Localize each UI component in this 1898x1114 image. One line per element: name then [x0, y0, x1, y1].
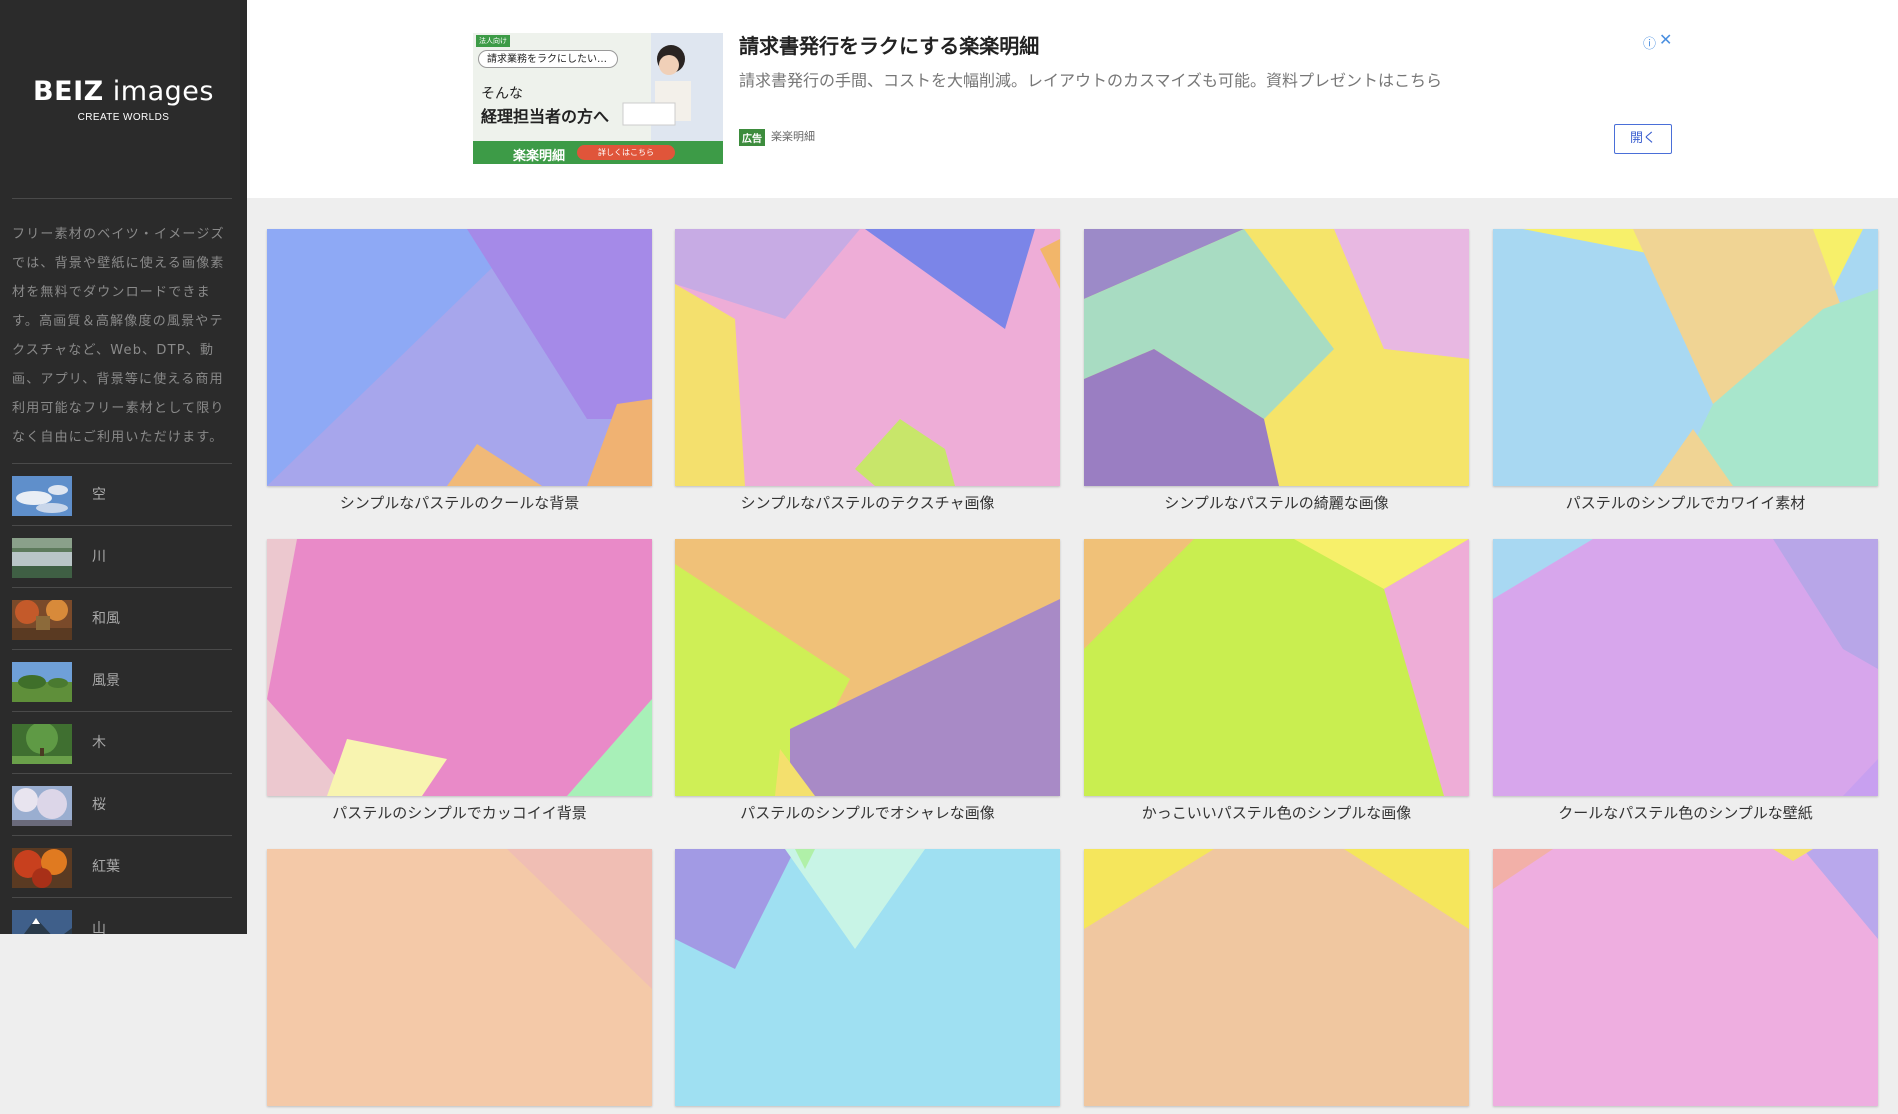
gallery-thumbnail: [1084, 849, 1469, 1106]
category-item-cherry-blossom[interactable]: 桜: [12, 773, 232, 835]
category-item-sky[interactable]: 空: [12, 463, 232, 525]
gallery-card[interactable]: [1493, 849, 1878, 1114]
ad-close-icon[interactable]: ✕: [1659, 30, 1672, 49]
ad-badge: 広告: [739, 129, 765, 146]
logo-tagline: CREATE WORLDS: [77, 112, 170, 123]
site-logo[interactable]: BEIZ images CREATE WORLDS: [0, 74, 247, 123]
gallery-card[interactable]: パステルのシンプルでカワイイ素材: [1493, 229, 1878, 512]
gallery-thumbnail: [1493, 539, 1878, 796]
category-thumbnail: [12, 538, 72, 578]
ad-line-1: そんな: [481, 86, 523, 102]
category-item-autumn-leaves[interactable]: 紅葉: [12, 835, 232, 897]
sidebar: BEIZ images CREATE WORLDS フリー素材のベイツ・イメージ…: [0, 0, 247, 934]
gallery-thumbnail: [675, 849, 1060, 1106]
ad-brand: 楽楽明細: [513, 149, 566, 164]
gallery-card[interactable]: [267, 849, 652, 1114]
gallery-caption: クールなパステル色のシンプルな壁紙: [1558, 804, 1813, 822]
category-label: 山: [92, 921, 106, 934]
logo-title: BEIZ images: [33, 76, 214, 107]
category-thumbnail: [12, 600, 72, 640]
ad-speech-bubble: 請求業務をラクにしたい…: [478, 50, 618, 68]
category-label: 風景: [92, 673, 120, 689]
category-item-mountain[interactable]: 山: [12, 897, 232, 934]
category-thumbnail: [12, 786, 72, 826]
category-thumbnail: [12, 724, 72, 764]
gallery-caption: シンプルなパステルのテクスチャ画像: [740, 494, 995, 512]
ad-cta: 詳しくはこちら: [577, 145, 675, 160]
category-item-river[interactable]: 川: [12, 525, 232, 587]
ad-text: 請求書発行の手間、コストを大幅削減。レイアウトのカスマイズも可能。資料プレゼント…: [739, 71, 1443, 90]
category-label: 川: [92, 549, 106, 565]
gallery-thumbnail: [675, 229, 1060, 486]
gallery-thumbnail: [267, 539, 652, 796]
gallery-thumbnail: [1493, 229, 1878, 486]
gallery-card[interactable]: シンプルなパステルのクールな背景: [267, 229, 652, 512]
ad-sponsor: 楽楽明細: [771, 130, 815, 143]
ad-open-button[interactable]: 開く: [1614, 124, 1672, 154]
ad-line-2: 経理担当者の方へ: [481, 107, 610, 126]
gallery-caption: シンプルなパステルの綺麗な画像: [1164, 494, 1389, 512]
site-description: フリー素材のベイツ・イメージズでは、背景や壁紙に使える画像素材を無料でダウンロー…: [12, 227, 225, 445]
gallery-caption: パステルのシンプルでオシャレな画像: [740, 804, 995, 822]
gallery-card[interactable]: クールなパステル色のシンプルな壁紙: [1493, 539, 1878, 822]
category-item-japanese-style[interactable]: 和風: [12, 587, 232, 649]
divider: [12, 198, 232, 199]
gallery-caption: パステルのシンプルでカワイイ素材: [1565, 494, 1806, 512]
gallery-card[interactable]: シンプルなパステルの綺麗な画像: [1084, 229, 1469, 512]
ad-title[interactable]: 請求書発行をラクにする楽楽明細: [739, 30, 1039, 59]
gallery-caption: かっこいいパステル色のシンプルな画像: [1141, 804, 1412, 822]
category-label: 木: [92, 735, 106, 751]
category-label: 桜: [92, 797, 106, 813]
category-label: 和風: [92, 611, 120, 627]
gallery-card[interactable]: シンプルなパステルのテクスチャ画像: [675, 229, 1060, 512]
gallery-thumbnail: [267, 229, 652, 486]
ad-banner-image[interactable]: 法人向け 請求業務をラクにしたい… そんな 経理担当者の方へ 楽楽明細 詳しくは…: [473, 33, 723, 164]
category-item-landscape[interactable]: 風景: [12, 649, 232, 711]
category-thumbnail: [12, 910, 72, 934]
gallery-caption: シンプルなパステルのクールな背景: [339, 494, 580, 512]
gallery-card[interactable]: [675, 849, 1060, 1114]
gallery-thumbnail: [267, 849, 652, 1106]
category-list: 空 川 和風 風景 木 桜 紅葉 山: [12, 463, 232, 934]
category-label: 空: [92, 487, 106, 503]
gallery-card[interactable]: パステルのシンプルでカッコイイ背景: [267, 539, 652, 822]
gallery-caption: パステルのシンプルでカッコイイ背景: [332, 804, 587, 822]
category-thumbnail: [12, 662, 72, 702]
category-thumbnail: [12, 476, 72, 516]
gallery-thumbnail: [675, 539, 1060, 796]
category-label: 紅葉: [92, 859, 120, 875]
category-thumbnail: [12, 848, 72, 888]
gallery-card[interactable]: [1084, 849, 1469, 1114]
gallery-card[interactable]: パステルのシンプルでオシャレな画像: [675, 539, 1060, 822]
gallery-thumbnail: [1084, 229, 1469, 486]
ad-info-icon[interactable]: ⓘ: [1643, 33, 1656, 52]
gallery-thumbnail: [1493, 849, 1878, 1106]
ad-corner-tag: 法人向け: [476, 35, 510, 47]
gallery-card[interactable]: かっこいいパステル色のシンプルな画像: [1084, 539, 1469, 822]
category-item-tree[interactable]: 木: [12, 711, 232, 773]
gallery-thumbnail: [1084, 539, 1469, 796]
